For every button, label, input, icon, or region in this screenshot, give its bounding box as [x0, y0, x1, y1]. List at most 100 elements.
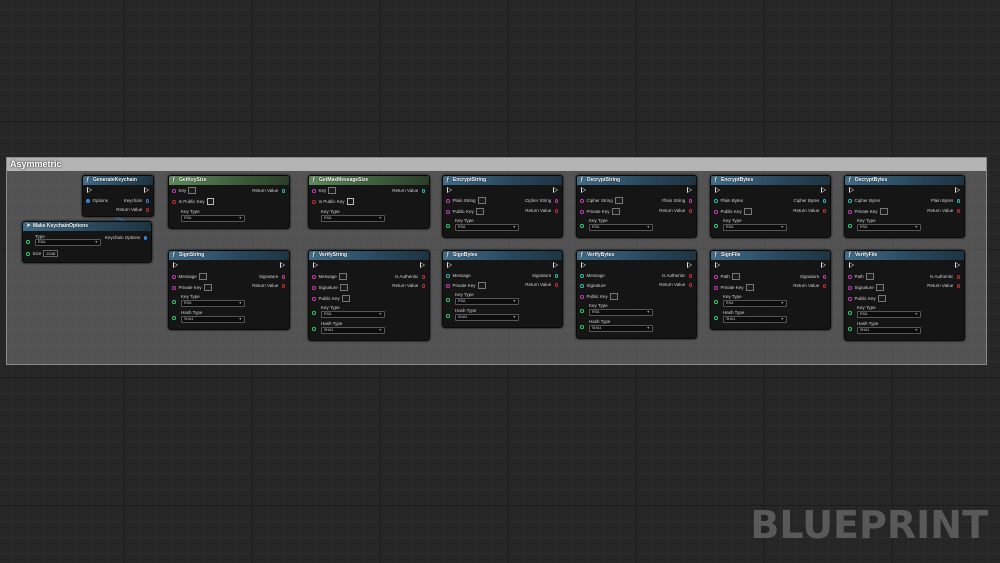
type-dropdown[interactable]: RSA ▼	[35, 239, 101, 246]
key-type-dropdown[interactable]: RSA ▼	[857, 224, 921, 231]
exec-out-pin-icon[interactable]	[821, 187, 826, 193]
in-2-input[interactable]	[339, 284, 348, 292]
pin-key-type[interactable]	[714, 222, 721, 229]
pin-out-2[interactable]: Return Value	[659, 281, 692, 288]
node-decrypt-string[interactable]: ƒ DecryptString Cipher String Plain Strin…	[576, 175, 697, 238]
pin-out-2[interactable]: Return Value	[793, 282, 826, 289]
key-type-dropdown[interactable]: RSA ▼	[589, 309, 653, 316]
pin-size[interactable]: Size 2048	[26, 250, 59, 258]
pin-key-type[interactable]	[714, 298, 721, 305]
node-sign-bytes[interactable]: ƒ SignBytes Message Signature Private Key…	[442, 250, 563, 328]
node-make-keychain-options[interactable]: ➤ Make KeychainOptions Type RSA ▼ Keychain…	[22, 221, 152, 263]
pin-out-1[interactable]: Signature	[259, 273, 285, 280]
exec-in-pin-icon[interactable]	[313, 262, 318, 268]
pin-in-2[interactable]: Signature	[848, 284, 884, 292]
hash-type-dropdown[interactable]: SHA1 ▼	[321, 327, 385, 334]
in-2-input[interactable]	[203, 284, 212, 292]
pin-in-1[interactable]: Message	[446, 272, 471, 279]
pin-out-2[interactable]: Return Value	[659, 207, 692, 214]
pin-in-2[interactable]: Private Key	[172, 284, 212, 292]
pin-in-1[interactable]: Path	[848, 273, 874, 281]
hash-type-dropdown[interactable]: SHA1 ▼	[723, 316, 787, 323]
pin-hash-type[interactable]	[714, 314, 721, 321]
exec-in-pin-icon[interactable]	[447, 187, 452, 193]
pin-key[interactable]: Key	[312, 187, 337, 195]
key-type-dropdown[interactable]: RSA ▼	[181, 215, 245, 222]
pin-in-2[interactable]: Signature	[580, 282, 606, 289]
pin-out-2[interactable]: Return Value	[525, 207, 558, 214]
pin-key-type[interactable]	[172, 298, 179, 305]
pin-key[interactable]: Key	[172, 187, 197, 195]
exec-out-pin-icon[interactable]	[955, 187, 960, 193]
pin-in-3[interactable]: Public Key	[580, 293, 618, 301]
in-1-input[interactable]	[731, 273, 740, 281]
is-public-key-checkbox[interactable]	[206, 198, 214, 206]
key-type-dropdown[interactable]: RSA ▼	[321, 311, 385, 318]
node-sign-file[interactable]: ƒ SignFile Path Signature Private Key Ret…	[710, 250, 831, 330]
exec-in-pin-icon[interactable]	[87, 187, 92, 193]
pin-hash-type[interactable]	[848, 325, 855, 332]
pin-type[interactable]	[26, 238, 33, 245]
pin-in-2[interactable]: Private Key	[446, 282, 486, 290]
pin-out-1[interactable]: Cipher String	[525, 197, 558, 204]
pin-out-1[interactable]: Signature	[532, 272, 558, 279]
hash-type-dropdown[interactable]: SHA1 ▼	[857, 327, 921, 334]
pin-key-type[interactable]	[446, 296, 453, 303]
in-2-input[interactable]	[745, 284, 754, 292]
exec-out-pin-icon[interactable]	[420, 262, 425, 268]
hash-type-dropdown[interactable]: SHA1 ▼	[181, 316, 245, 323]
exec-in-pin-icon[interactable]	[581, 262, 586, 268]
in-1-input[interactable]	[865, 273, 874, 281]
pin-out-2[interactable]: Return Value	[252, 282, 285, 289]
node-decrypt-bytes[interactable]: ƒ DecryptBytes Cipher Bytes Plain Bytes P…	[844, 175, 965, 238]
exec-in-pin-icon[interactable]	[715, 187, 720, 193]
node-encrypt-bytes[interactable]: ƒ EncryptBytes Plain Bytes Cipher Bytes P…	[710, 175, 831, 238]
pin-in-1[interactable]: Message	[172, 273, 207, 281]
pin-return-value[interactable]: Return Value	[252, 187, 285, 194]
in-2-input[interactable]	[879, 208, 888, 216]
in-1-input[interactable]	[338, 273, 347, 281]
pin-in-1[interactable]: Cipher String	[580, 197, 623, 205]
exec-out-pin-icon[interactable]	[553, 262, 558, 268]
pin-in-1[interactable]: Cipher Bytes	[848, 197, 880, 204]
pin-out-2[interactable]: Return Value	[927, 207, 960, 214]
exec-in-pin-icon[interactable]	[447, 262, 452, 268]
key-type-dropdown[interactable]: RSA ▼	[723, 224, 787, 231]
key-type-dropdown[interactable]: RSA ▼	[589, 224, 653, 231]
pin-in-2[interactable]: Private Key	[848, 208, 888, 216]
pin-hash-type[interactable]	[312, 325, 319, 332]
pin-hash-type[interactable]	[580, 323, 587, 330]
in-1-input[interactable]	[198, 273, 207, 281]
pin-out-2[interactable]: Return Value	[392, 282, 425, 289]
pin-out-1[interactable]: Plain String	[662, 197, 692, 204]
in-2-input[interactable]	[743, 208, 752, 216]
pin-is-public-key[interactable]: Is Public Key	[312, 198, 354, 206]
pin-keychain-options-out[interactable]: Keychain Options	[105, 234, 147, 241]
in-3-input[interactable]	[877, 295, 886, 303]
pin-return-value[interactable]: Return Value	[392, 187, 425, 194]
node-encrypt-string[interactable]: ƒ EncryptString Plain String Cipher Strin…	[442, 175, 563, 238]
pin-in-1[interactable]: Message	[580, 272, 605, 279]
in-2-input[interactable]	[477, 282, 486, 290]
pin-keychain[interactable]: Keychain	[124, 197, 149, 204]
key-input[interactable]	[328, 187, 337, 195]
exec-out-pin-icon[interactable]	[687, 262, 692, 268]
exec-in-pin-icon[interactable]	[581, 187, 586, 193]
pin-out-2[interactable]: Return Value	[793, 207, 826, 214]
pin-key-type[interactable]	[580, 222, 587, 229]
pin-in-2[interactable]: Public Key	[714, 208, 752, 216]
in-3-input[interactable]	[609, 293, 618, 301]
key-type-dropdown[interactable]: RSA ▼	[181, 300, 245, 307]
key-type-dropdown[interactable]: RSA ▼	[723, 300, 787, 307]
pin-return-value[interactable]: Return Value	[116, 206, 149, 213]
node-verify-file[interactable]: ƒ VerifyFile Path Is Authentic Signature …	[844, 250, 965, 341]
is-public-key-checkbox[interactable]	[346, 198, 354, 206]
pin-out-2[interactable]: Return Value	[927, 282, 960, 289]
pin-in-1[interactable]: Message	[312, 273, 347, 281]
exec-in-pin-icon[interactable]	[715, 262, 720, 268]
pin-in-2[interactable]: Signature	[312, 284, 348, 292]
pin-out-1[interactable]: Cipher Bytes	[793, 197, 826, 204]
pin-out-1[interactable]: Signature	[800, 273, 826, 280]
pin-in-3[interactable]: Public Key	[848, 295, 886, 303]
pin-in-3[interactable]: Public Key	[312, 295, 350, 303]
